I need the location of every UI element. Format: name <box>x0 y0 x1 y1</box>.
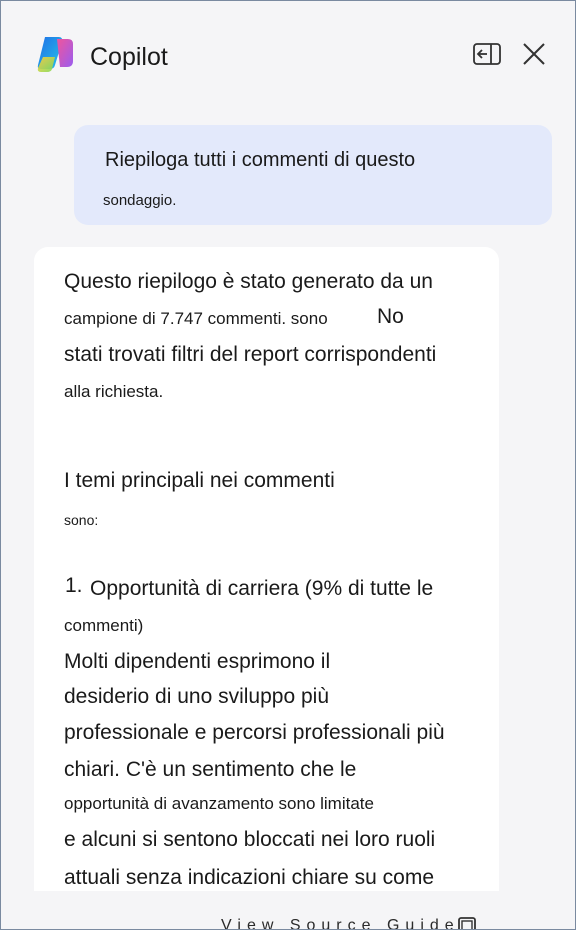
app-title: Copilot <box>90 43 168 71</box>
footer-link-text[interactable]: View Source Guide <box>221 917 460 929</box>
list-number: 1. <box>65 574 83 597</box>
user-message-text: Riepiloga tutti i commenti di questo <box>105 149 416 171</box>
response-text: sono: <box>64 512 99 528</box>
open-panel-icon <box>473 43 501 65</box>
response-footer: View Source Guide <box>1 891 575 930</box>
panel-header: Copilot <box>1 1 575 101</box>
open-panel-button[interactable] <box>470 37 504 71</box>
copilot-logo-icon <box>37 37 73 72</box>
user-message-bubble: Riepiloga tutti i commenti di questo son… <box>74 125 552 225</box>
user-message-text-cont: sondaggio. <box>103 192 177 209</box>
response-text: alla richiesta. <box>64 382 164 401</box>
response-text: stati trovati filtri del report corrispo… <box>64 343 437 366</box>
list-item-text: professionale e percorsi professionali p… <box>64 721 445 744</box>
response-text: campione di 7.747 commenti. sono <box>64 309 328 328</box>
copy-icon[interactable] <box>457 917 479 930</box>
list-item-title: Opportunità di carriera (9% di tutte le <box>90 577 434 600</box>
list-item-text: Molti dipendenti esprimono il <box>64 650 331 673</box>
list-item-text: e alcuni si sentono bloccati nei loro ru… <box>64 828 436 851</box>
copilot-panel: Copilot Riepiloga tutti i commenti di qu… <box>0 0 576 930</box>
response-text: No <box>377 305 404 328</box>
copilot-response-card: Questo riepilogo è stato generato da un … <box>34 247 499 907</box>
list-item-text: opportunità di avanzamento sono limitate <box>64 794 374 813</box>
list-item-text: desiderio di uno sviluppo più <box>64 685 330 708</box>
close-icon <box>523 43 545 65</box>
close-button[interactable] <box>517 37 551 71</box>
list-item-text: attuali senza indicazioni chiare su come <box>64 866 435 889</box>
list-item-text: chiari. C'è un sentimento che le <box>64 758 357 781</box>
response-text: I temi principali nei commenti <box>64 469 335 492</box>
list-item-title-cont: commenti) <box>64 616 144 635</box>
response-text: Questo riepilogo è stato generato da un <box>64 270 433 293</box>
